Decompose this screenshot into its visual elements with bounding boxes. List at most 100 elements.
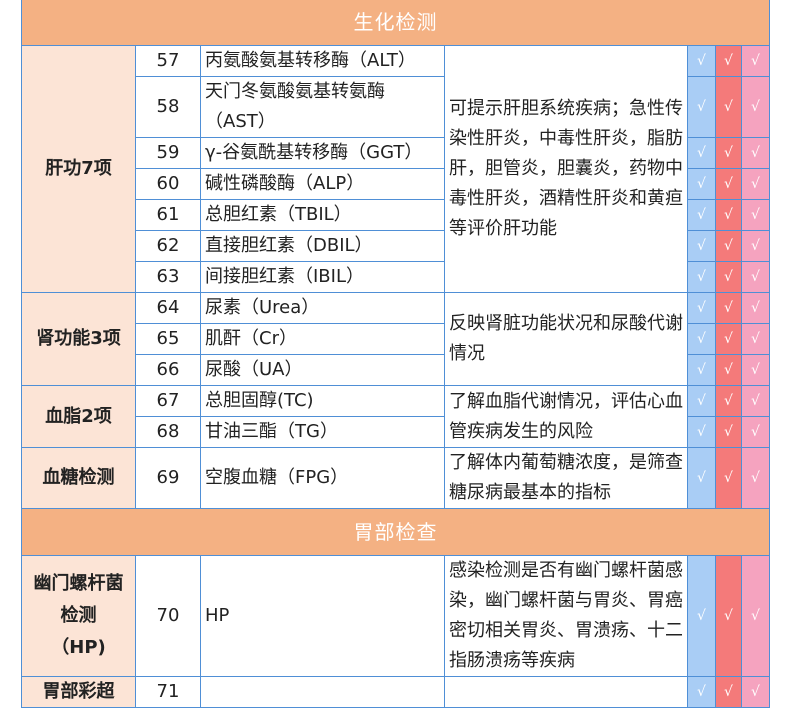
item-number: 60	[135, 168, 201, 200]
item-number: 61	[135, 199, 201, 231]
item-name: 总胆固醇(TC)	[200, 385, 445, 417]
check-mark: √	[740, 323, 771, 355]
check-mark: √	[687, 261, 716, 293]
check-mark: √	[715, 45, 742, 77]
table-row: 肾功能3项 64 尿素（Urea） 反映肾脏功能状况和尿酸代谢情况 √ √ √	[21, 292, 771, 386]
item-number: 69	[135, 447, 201, 509]
check-mark: √	[740, 261, 771, 293]
check-mark: √	[687, 199, 716, 231]
exam-table: 生化检测 肝功7项 57 丙氨酸氨基转移酶（ALT） 可提示肝胆系统疾病；急性传…	[20, 0, 771, 708]
section-header-row: 胃部检查	[20, 508, 771, 556]
check-mark: √	[687, 447, 716, 509]
check-mark: √	[740, 292, 771, 324]
item-description	[444, 676, 688, 708]
check-mark: √	[687, 323, 716, 355]
check-mark: √	[715, 261, 742, 293]
item-number: 63	[135, 261, 201, 293]
check-mark: √	[740, 555, 771, 677]
check-mark: √	[687, 385, 716, 417]
check-mark: √	[740, 385, 771, 417]
item-name: 碱性磷酸酶（ALP）	[200, 168, 445, 200]
check-mark: √	[715, 447, 742, 509]
item-name: 尿酸（UA）	[200, 354, 445, 386]
check-mark: √	[687, 230, 716, 262]
item-number: 68	[135, 416, 201, 448]
check-mark: √	[687, 354, 716, 386]
check-mark: √	[715, 354, 742, 386]
category-cell: 幽门螺杆菌 检测 （HP)	[21, 555, 136, 677]
item-number: 58	[135, 76, 201, 138]
check-mark: √	[687, 292, 716, 324]
item-number: 62	[135, 230, 201, 262]
item-number: 66	[135, 354, 201, 386]
check-mark: √	[740, 76, 771, 138]
item-number: 67	[135, 385, 201, 417]
check-mark: √	[687, 416, 716, 448]
check-mark: √	[740, 199, 771, 231]
category-cell: 肝功7项	[21, 45, 136, 293]
check-mark: √	[715, 137, 742, 169]
check-mark: √	[740, 230, 771, 262]
check-mark: √	[740, 354, 771, 386]
check-mark: √	[740, 416, 771, 448]
category-line: 检测	[60, 605, 97, 626]
check-mark: √	[715, 199, 742, 231]
item-name: 总胆红素（TBIL）	[200, 199, 445, 231]
check-mark: √	[687, 137, 716, 169]
item-description: 可提示肝胆系统疾病；急性传染性肝炎，中毒性肝炎，脂肪肝，胆管炎，胆囊炎，药物中毒…	[444, 45, 688, 293]
check-mark: √	[715, 323, 742, 355]
check-mark: √	[715, 416, 742, 448]
item-name: γ-谷氨酰基转移酶（GGT）	[200, 137, 445, 169]
section-title: 生化检测	[20, 0, 771, 46]
check-mark: √	[687, 555, 716, 677]
table-row: 幽门螺杆菌 检测 （HP) 70 HP 感染检测是否有幽门螺杆菌感染，幽门螺杆菌…	[21, 555, 771, 677]
check-mark: √	[715, 230, 742, 262]
check-mark: √	[687, 45, 716, 77]
item-name: 尿素（Urea）	[200, 292, 445, 324]
table-row: 血脂2项 67 总胆固醇(TC) 了解血脂代谢情况，评估心血管疾病发生的风险 √…	[21, 385, 771, 448]
item-number: 65	[135, 323, 201, 355]
item-description: 反映肾脏功能状况和尿酸代谢情况	[444, 292, 688, 386]
item-name: 直接胆红素（DBIL）	[200, 230, 445, 262]
check-mark: √	[715, 676, 742, 708]
check-mark: √	[740, 676, 771, 708]
check-mark: √	[740, 168, 771, 200]
check-mark: √	[715, 385, 742, 417]
check-mark: √	[715, 555, 742, 677]
item-number: 70	[135, 555, 201, 677]
table-row: 血糖检测 69 空腹血糖（FPG） 了解体内葡萄糖浓度，是筛查糖尿病最基本的指标…	[21, 447, 771, 509]
section-title: 胃部检查	[20, 508, 771, 556]
check-mark: √	[687, 676, 716, 708]
item-number: 59	[135, 137, 201, 169]
item-description: 了解血脂代谢情况，评估心血管疾病发生的风险	[444, 385, 688, 448]
item-number: 57	[135, 45, 201, 77]
check-mark: √	[687, 168, 716, 200]
check-mark: √	[740, 447, 771, 509]
check-mark: √	[740, 137, 771, 169]
check-mark: √	[715, 76, 742, 138]
category-cell: 血脂2项	[21, 385, 136, 448]
table-row: 肝功7项 57 丙氨酸氨基转移酶（ALT） 可提示肝胆系统疾病；急性传染性肝炎，…	[21, 45, 771, 293]
check-mark: √	[715, 168, 742, 200]
item-name: HP	[200, 555, 445, 677]
item-description: 感染检测是否有幽门螺杆菌感染，幽门螺杆菌与胃炎、胃癌密切相关胃炎、胃溃疡、十二指…	[444, 555, 688, 677]
table-row: 胃部彩超 71 √ √ √	[21, 676, 771, 708]
item-description: 了解体内葡萄糖浓度，是筛查糖尿病最基本的指标	[444, 447, 688, 509]
check-mark: √	[715, 292, 742, 324]
item-name: 空腹血糖（FPG）	[200, 447, 445, 509]
item-name: 甘油三酯（TG）	[200, 416, 445, 448]
category-line: （HP)	[51, 637, 106, 658]
item-name	[200, 676, 445, 708]
item-number: 64	[135, 292, 201, 324]
category-line: 幽门螺杆菌	[33, 573, 124, 594]
category-cell: 肾功能3项	[21, 292, 136, 386]
check-mark: √	[687, 76, 716, 138]
item-name: 肌酐（Cr）	[200, 323, 445, 355]
item-name: 天门冬氨酸氨基转氨酶（AST）	[200, 76, 445, 138]
item-number: 71	[135, 676, 201, 708]
category-cell: 血糖检测	[21, 447, 136, 509]
item-name: 间接胆红素（IBIL）	[200, 261, 445, 293]
category-cell: 胃部彩超	[21, 676, 136, 708]
section-header-row: 生化检测	[20, 0, 771, 46]
item-name: 丙氨酸氨基转移酶（ALT）	[200, 45, 445, 77]
